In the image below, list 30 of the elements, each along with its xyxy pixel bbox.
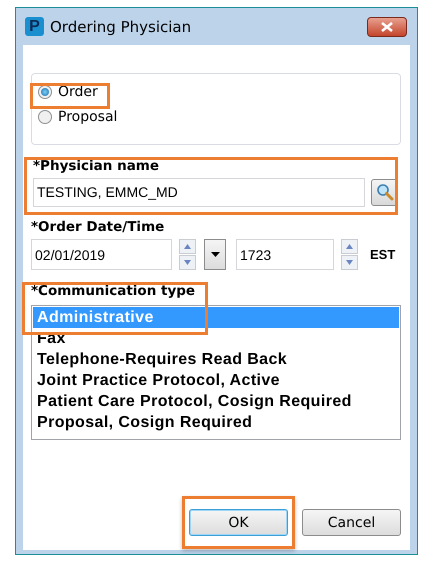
field-label: *Order Date/Time bbox=[31, 220, 166, 236]
list-item[interactable]: Patient Care Protocol, Cosign Required bbox=[33, 390, 399, 412]
ok-button[interactable]: OK bbox=[189, 509, 288, 536]
close-button[interactable] bbox=[367, 16, 407, 36]
radio-label[interactable]: Order bbox=[58, 84, 98, 100]
dropdown-button[interactable] bbox=[204, 239, 226, 270]
list-item[interactable]: Telephone-Requires Read Back bbox=[33, 348, 399, 370]
app-icon: P bbox=[25, 17, 44, 36]
spin-buttons[interactable] bbox=[341, 239, 358, 270]
window-title: Ordering Physician bbox=[50, 18, 192, 36]
radio-button[interactable] bbox=[38, 110, 52, 124]
cancel-button[interactable]: Cancel bbox=[302, 509, 401, 536]
down-arrow-icon bbox=[184, 260, 191, 266]
down-arrow-icon bbox=[346, 260, 353, 266]
time-field[interactable]: 1723 bbox=[236, 239, 334, 270]
spin-buttons[interactable] bbox=[179, 239, 196, 270]
caret-icon bbox=[210, 252, 220, 258]
date-field[interactable]: 02/01/2019 bbox=[31, 239, 172, 270]
radio-label[interactable]: Proposal bbox=[58, 109, 118, 126]
field-label: *Communication type bbox=[31, 284, 196, 300]
close-icon bbox=[380, 22, 394, 32]
list-item[interactable]: Proposal, Cosign Required bbox=[33, 412, 399, 433]
list-item[interactable]: Joint Practice Protocol, Active bbox=[33, 370, 399, 391]
radio-button[interactable] bbox=[38, 85, 52, 100]
up-arrow-icon bbox=[184, 244, 191, 250]
field-label: *Physician name bbox=[33, 159, 160, 175]
timezone-label: EST bbox=[370, 247, 396, 262]
physician-name-field[interactable]: TESTING, EMMC_MD bbox=[33, 178, 365, 207]
up-arrow-icon bbox=[346, 244, 353, 250]
search-icon bbox=[376, 183, 394, 202]
